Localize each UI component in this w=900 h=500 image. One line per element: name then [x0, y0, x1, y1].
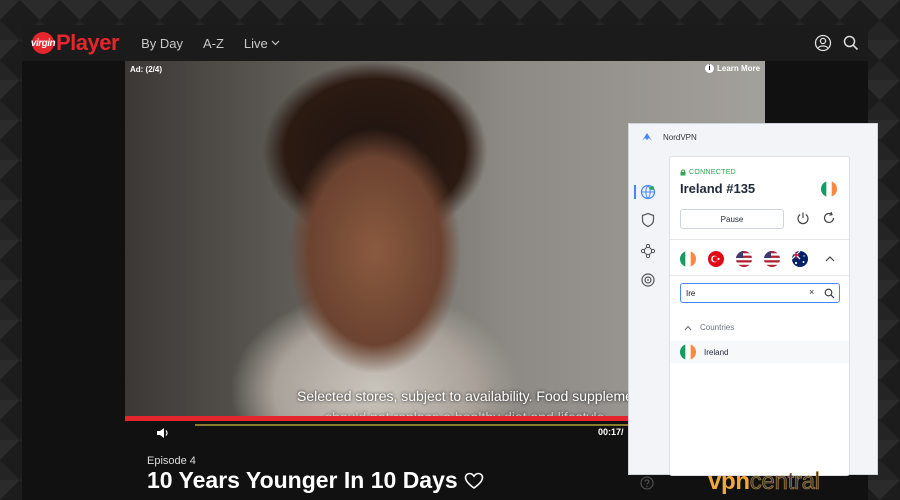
connection-panel: CONNECTED Ireland #135 Pause × Countries — [669, 156, 850, 476]
main-nav: By Day A-Z Live — [141, 36, 280, 51]
subtitle-line: Selected stores, subject to availability… — [297, 388, 652, 404]
pause-button[interactable]: Pause — [680, 209, 784, 229]
volume-icon[interactable] — [155, 425, 171, 441]
heart-icon[interactable] — [464, 472, 484, 490]
ireland-flag-icon — [680, 344, 696, 360]
info-icon: i — [705, 64, 714, 73]
clear-search-icon[interactable]: × — [809, 287, 814, 297]
shield-icon[interactable] — [640, 212, 656, 228]
chevron-up-icon — [684, 325, 692, 330]
refresh-icon[interactable] — [822, 211, 836, 225]
power-icon[interactable] — [796, 211, 810, 225]
brand-badge: virgin — [31, 32, 56, 54]
search-icon[interactable] — [842, 34, 860, 52]
program-title-text: 10 Years Younger In 10 Days — [147, 467, 458, 493]
globe-icon[interactable] — [640, 184, 656, 200]
nav-item-by-day[interactable]: By Day — [141, 36, 183, 51]
connection-status: CONNECTED — [680, 169, 736, 176]
nordvpn-titlebar: NordVPN — [629, 124, 877, 150]
country-search-input[interactable] — [686, 287, 806, 300]
chevron-up-icon[interactable] — [825, 255, 835, 263]
nav-item-a-z[interactable]: A-Z — [203, 36, 224, 51]
header-actions — [814, 34, 860, 52]
ireland-flag-icon[interactable] — [680, 251, 696, 267]
watermark-central: central — [749, 468, 820, 496]
usa-flag-icon[interactable] — [764, 251, 780, 267]
seek-bar[interactable] — [195, 424, 670, 426]
chevron-down-icon — [271, 40, 280, 46]
episode-label: Episode 4 — [147, 455, 196, 467]
nordvpn-window: NordVPN CONNECTED Ireland #135 Pause Ire… — [628, 123, 878, 490]
countries-section-header[interactable]: Countries — [684, 323, 734, 332]
sidebar-active-indicator — [634, 185, 636, 199]
program-title: 10 Years Younger In 10 Days — [147, 467, 484, 494]
panel-divider — [670, 275, 849, 276]
learn-more-link[interactable]: i Learn More — [705, 64, 760, 73]
countries-section-label: Countries — [700, 323, 735, 332]
usa-flag-icon[interactable] — [736, 251, 752, 267]
playback-time: 00:17/ — [598, 427, 624, 437]
top-navigation-bar: virgin Player By Day A-Z Live — [22, 25, 868, 61]
australia-flag-icon[interactable] — [792, 251, 808, 267]
turkey-flag-icon[interactable] — [708, 251, 724, 267]
country-name: Ireland — [704, 347, 729, 357]
nav-item-live[interactable]: Live — [244, 36, 280, 51]
lock-icon — [680, 169, 686, 176]
help-icon[interactable] — [640, 476, 654, 490]
panel-divider — [670, 239, 849, 240]
search-icon[interactable] — [824, 288, 835, 299]
site-logo[interactable]: virgin Player — [31, 30, 120, 56]
meshnet-icon[interactable] — [640, 243, 656, 259]
watermark-vpn: vpn — [708, 468, 750, 495]
nordvpn-logo-icon — [642, 133, 652, 141]
account-icon[interactable] — [814, 34, 832, 52]
connection-status-text: CONNECTED — [689, 169, 737, 176]
nav-item-live-label: Live — [243, 35, 268, 51]
country-list-item[interactable]: Ireland — [670, 341, 849, 363]
ad-counter: Ad: (2/4) — [130, 65, 162, 74]
site-watermark: vpncentral — [708, 468, 820, 496]
recent-connections — [680, 251, 808, 267]
target-icon[interactable] — [640, 272, 656, 288]
server-name: Ireland #135 — [680, 181, 756, 196]
ireland-flag-icon — [821, 181, 837, 197]
nordvpn-sidebar — [629, 150, 667, 490]
learn-more-label: Learn More — [717, 64, 761, 73]
logo-text: Player — [56, 30, 120, 55]
country-search-field[interactable]: × — [680, 283, 840, 303]
nordvpn-app-name: NordVPN — [663, 132, 697, 142]
